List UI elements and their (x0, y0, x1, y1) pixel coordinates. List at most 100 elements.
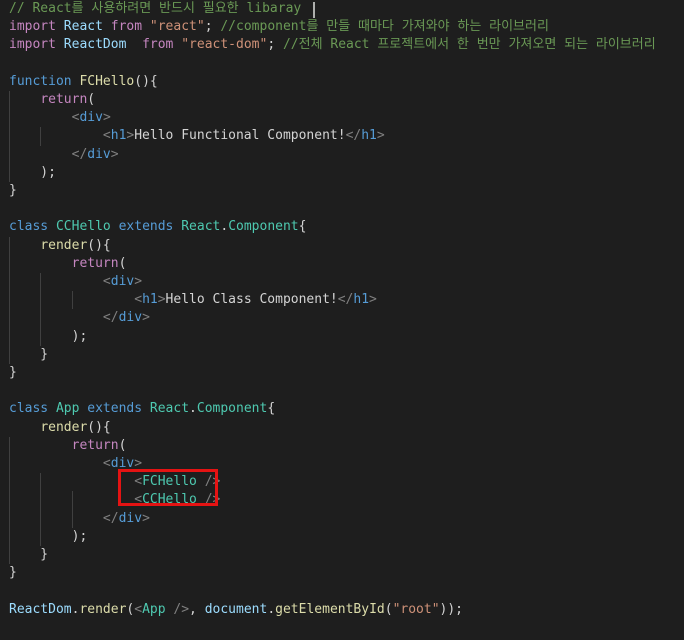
code-token: return (40, 92, 88, 107)
code-line[interactable]: return( (9, 91, 95, 109)
code-line[interactable]: ); (9, 528, 88, 546)
code-token: "root" (392, 601, 440, 617)
code-line[interactable]: render(){ (9, 419, 111, 437)
code-line[interactable]: ); (9, 164, 56, 182)
code-token: ( (118, 255, 127, 271)
code-line[interactable]: return( (9, 437, 127, 455)
code-token: div (79, 110, 103, 126)
code-token: ReactDom (63, 37, 127, 53)
code-token: </ (345, 128, 362, 144)
code-token: h1 (361, 128, 377, 144)
code-token: < (102, 456, 111, 471)
code-line[interactable]: ReactDom.render(<App />, document.getEle… (9, 601, 463, 619)
code-line[interactable]: } (9, 364, 17, 382)
code-token: React (181, 219, 221, 235)
code-line[interactable]: </div> (9, 309, 150, 327)
code-token: ; (267, 37, 283, 53)
code-token: CCHello (55, 219, 111, 235)
highlight-annotation-box (118, 469, 218, 506)
code-editor[interactable]: // React를 사용하려면 반드시 필요한 libaray import Re… (0, 0, 684, 640)
code-token: render (40, 237, 88, 253)
code-line[interactable]: class CCHello extends React.Component{ (9, 218, 306, 236)
code-token: render (40, 419, 88, 435)
code-line[interactable]: } (9, 564, 17, 582)
code-token: </ (71, 146, 88, 162)
code-token: (){ (87, 419, 111, 435)
code-line[interactable]: function FCHello(){ (9, 73, 158, 91)
code-token: < (102, 274, 111, 289)
code-token: } (9, 183, 17, 198)
code-token: Component (228, 219, 299, 235)
code-token: getElementById (275, 601, 385, 617)
code-token: ; (204, 19, 221, 35)
code-line[interactable]: // React를 사용하려면 반드시 필요한 libaray (9, 0, 301, 18)
code-line[interactable]: <h1>Hello Functional Component!</h1> (9, 127, 385, 145)
code-token: } (9, 346, 49, 362)
code-token: < (134, 601, 143, 617)
code-token: React (149, 401, 190, 417)
code-line[interactable]: import ReactDom from "react-dom"; //전체 R… (9, 36, 656, 54)
text-cursor (313, 2, 315, 18)
code-token: extends (87, 401, 143, 417)
code-line[interactable]: </div> (9, 510, 150, 528)
code-token: function (9, 73, 72, 89)
code-line[interactable]: } (9, 182, 17, 200)
code-line[interactable]: } (9, 546, 48, 564)
code-token: > (142, 510, 150, 526)
code-line[interactable]: <div> (9, 273, 142, 291)
code-token: "react" (149, 19, 205, 35)
code-token: (){ (87, 237, 111, 253)
code-token: //전체 React 프로젝트에서 한 번만 가져오면 되는 라이브러리 (282, 37, 656, 53)
code-token: > (102, 110, 111, 126)
code-token: render (79, 601, 127, 617)
code-token: import (9, 19, 56, 35)
code-token: import (9, 37, 56, 53)
code-token: ReactDom (9, 601, 72, 617)
code-token: } (9, 365, 17, 380)
code-token: //component를 만들 때마다 가져와야 하는 라이브러리 (220, 19, 549, 35)
code-token: ( (384, 601, 393, 617)
code-token: App (142, 601, 166, 617)
code-line[interactable]: return( (9, 255, 127, 273)
code-line[interactable]: </div> (9, 146, 119, 164)
code-token: React (63, 19, 103, 35)
code-token: class (9, 401, 49, 417)
code-line[interactable]: class App extends React.Component{ (9, 400, 275, 418)
code-line[interactable]: <h1>Hello Class Component!</h1> (9, 291, 377, 309)
code-token: > (142, 310, 150, 326)
code-line[interactable]: } (9, 346, 48, 364)
code-token: from (110, 19, 143, 35)
code-token: </ (337, 292, 354, 308)
code-token: div (110, 274, 135, 289)
code-token: , (189, 601, 205, 617)
code-token: class (9, 219, 49, 235)
code-line[interactable]: import React from "react"; //component를 … (9, 18, 549, 36)
code-token: div (87, 146, 111, 162)
code-line[interactable]: ); (9, 328, 88, 346)
code-line[interactable]: render(){ (9, 237, 111, 255)
code-token: return (71, 255, 119, 271)
code-token: > (110, 146, 119, 162)
code-token: h1 (142, 292, 158, 308)
code-token: div (118, 310, 143, 326)
code-token: </ (102, 510, 119, 526)
code-token: </ (102, 310, 119, 326)
code-line[interactable]: <div> (9, 109, 111, 127)
code-token: "react-dom" (181, 37, 268, 53)
code-token: < (102, 128, 111, 144)
code-token: . (220, 219, 229, 235)
